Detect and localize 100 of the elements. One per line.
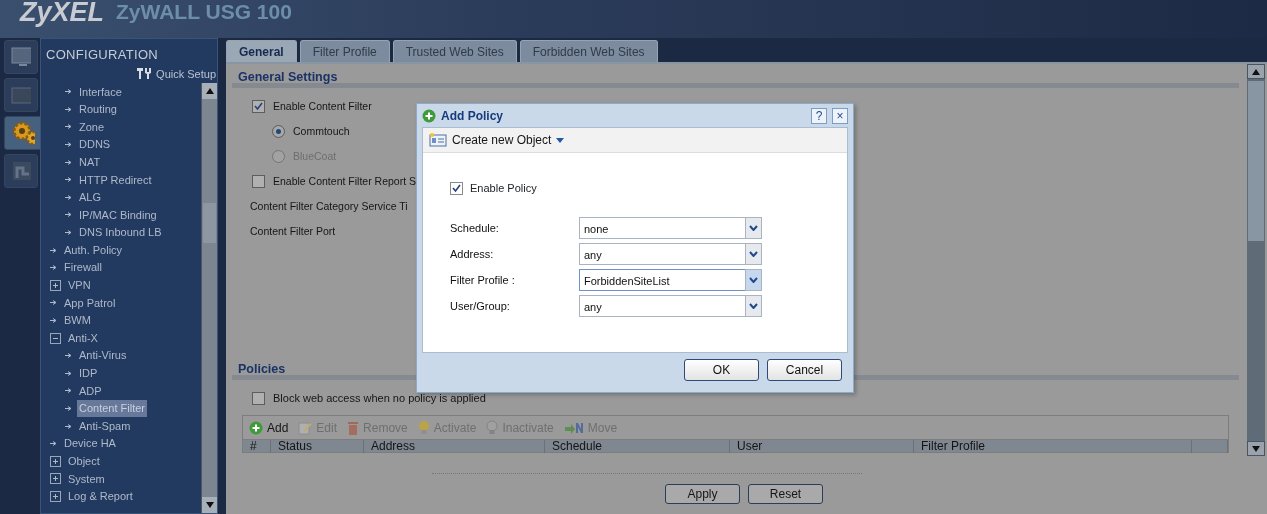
sidebar-item[interactable]: Routing	[77, 101, 119, 118]
reset-button[interactable]: Reset	[748, 484, 823, 504]
chevron-down-icon	[749, 303, 758, 309]
chevron-down-icon	[749, 225, 758, 231]
sidebar-item[interactable]: ALG	[77, 189, 103, 206]
bullet-arrow-icon	[50, 265, 57, 271]
sidebar-item[interactable]: Interface	[77, 83, 124, 101]
bullet-arrow-icon	[50, 247, 57, 253]
pencil-icon	[298, 420, 313, 435]
bullet-arrow-icon	[65, 423, 72, 429]
sidebar-item[interactable]: Device HA	[62, 435, 118, 452]
dropdown-field[interactable]: none	[579, 217, 745, 239]
bullet-arrow-icon	[65, 406, 72, 411]
field-label: Filter Profile :	[450, 272, 516, 288]
scroll-up-icon[interactable]	[202, 83, 217, 99]
sidebar-item[interactable]: System	[66, 470, 107, 488]
add-icon	[422, 108, 436, 123]
chevron-down-icon	[749, 277, 758, 283]
bullet-arrow-icon	[65, 388, 72, 394]
expand-icon[interactable]	[50, 473, 61, 485]
checkbox-label: Enable Policy	[470, 180, 537, 196]
sidebar-item[interactable]: App Patrol	[62, 294, 118, 312]
gears-icon	[11, 120, 35, 146]
close-button[interactable]: ×	[832, 107, 848, 124]
create-object-menu[interactable]: Create new Object	[452, 131, 552, 149]
bullet-arrow-icon	[65, 353, 72, 359]
checkbox[interactable]	[252, 175, 265, 188]
tab[interactable]: General	[226, 40, 297, 62]
sidebar-item[interactable]: NAT	[77, 153, 103, 171]
column-header[interactable]: #	[243, 440, 271, 453]
bullet-arrow-icon	[65, 370, 72, 376]
field-label: Address:	[450, 246, 495, 262]
sidebar-item[interactable]: VPN	[66, 277, 93, 294]
toolbar-button[interactable]: Add	[249, 418, 289, 437]
dropdown-button[interactable]	[745, 217, 762, 239]
ok-button[interactable]: OK	[684, 359, 759, 381]
checkbox[interactable]	[252, 392, 265, 405]
column-header[interactable]: Address	[364, 440, 545, 453]
sidebar-item[interactable]: Auth. Policy	[62, 241, 125, 259]
scroll-up-icon[interactable]	[1247, 64, 1265, 79]
screen-icon	[11, 85, 31, 105]
dropdown-button[interactable]	[745, 269, 762, 291]
column-header[interactable]: Schedule	[545, 440, 730, 453]
checkbox-label: Enable Content Filter Report S	[273, 173, 416, 189]
sidebar-item[interactable]: Anti-Spam	[77, 417, 133, 435]
scroll-down-icon[interactable]	[202, 497, 217, 513]
sidebar-item[interactable]: Anti-X	[66, 329, 100, 347]
bullet-arrow-icon	[50, 300, 57, 306]
chevron-down-icon	[749, 251, 758, 257]
radio-label: Commtouch	[293, 123, 350, 139]
dropdown-field[interactable]: any	[579, 295, 745, 317]
scroll-thumb[interactable]	[203, 203, 216, 243]
dropdown-button[interactable]	[745, 295, 762, 317]
cancel-button[interactable]: Cancel	[767, 359, 842, 381]
sidebar-item[interactable]: DNS Inbound LB	[77, 224, 164, 241]
tab[interactable]: Filter Profile	[299, 40, 390, 62]
sidebar-item[interactable]: DDNS	[77, 136, 113, 153]
expand-icon[interactable]	[50, 279, 61, 291]
sidebar-item[interactable]: Firewall	[62, 259, 104, 276]
sidebar-item[interactable]: BWM	[62, 312, 93, 329]
sidebar-item[interactable]: Log & Report	[66, 488, 135, 505]
sidebar-item[interactable]: Zone	[77, 118, 107, 136]
add-icon	[249, 420, 263, 435]
collapse-icon[interactable]	[50, 332, 61, 344]
bullet-arrow-icon	[65, 194, 72, 200]
column-header[interactable]: User	[730, 440, 914, 453]
checkbox-label: Block web access when no policy is applied	[273, 391, 486, 407]
sidebar-item[interactable]: ADP	[77, 382, 104, 400]
column-header[interactable]: Filter Profile	[914, 440, 1192, 453]
expand-icon[interactable]	[50, 455, 61, 467]
setting-label: Content Filter Port	[250, 223, 336, 239]
sidebar-item[interactable]: IP/MAC Binding	[77, 206, 159, 224]
tab[interactable]: Trusted Web Sites	[392, 40, 517, 62]
bullet-arrow-icon	[65, 230, 72, 236]
sidebar-item[interactable]: Anti-Virus	[77, 347, 129, 364]
dropdown-field[interactable]: any	[579, 243, 745, 265]
help-button[interactable]: ?	[811, 107, 827, 124]
tab[interactable]: Forbidden Web Sites	[519, 40, 658, 62]
bullet-arrow-icon	[65, 212, 72, 218]
expand-icon[interactable]	[50, 490, 61, 502]
checkbox[interactable]	[450, 181, 463, 195]
scroll-down-icon[interactable]	[1247, 441, 1265, 456]
quick-setup-link[interactable]: Quick Setup	[135, 64, 217, 83]
dropdown-field[interactable]: ForbiddenSiteList	[579, 269, 745, 291]
column-header[interactable]: Status	[271, 440, 364, 453]
checkbox[interactable]	[252, 100, 265, 113]
sidebar-item[interactable]: HTTP Redirect	[77, 171, 154, 188]
scrollbar[interactable]	[201, 83, 217, 513]
scrollbar[interactable]	[1247, 64, 1265, 456]
lightbulb-icon	[417, 420, 430, 435]
bullet-arrow-icon	[50, 441, 57, 447]
section-title: General Settings	[232, 68, 1239, 88]
sidebar-item[interactable]: IDP	[77, 365, 100, 382]
field-label: Schedule:	[450, 220, 500, 236]
sidebar-tab[interactable]	[4, 116, 42, 150]
sidebar-item[interactable]: Object	[66, 453, 102, 470]
radio-button[interactable]	[272, 125, 285, 138]
dropdown-button[interactable]	[745, 243, 762, 265]
move-icon	[563, 420, 584, 435]
apply-button[interactable]: Apply	[665, 484, 740, 504]
